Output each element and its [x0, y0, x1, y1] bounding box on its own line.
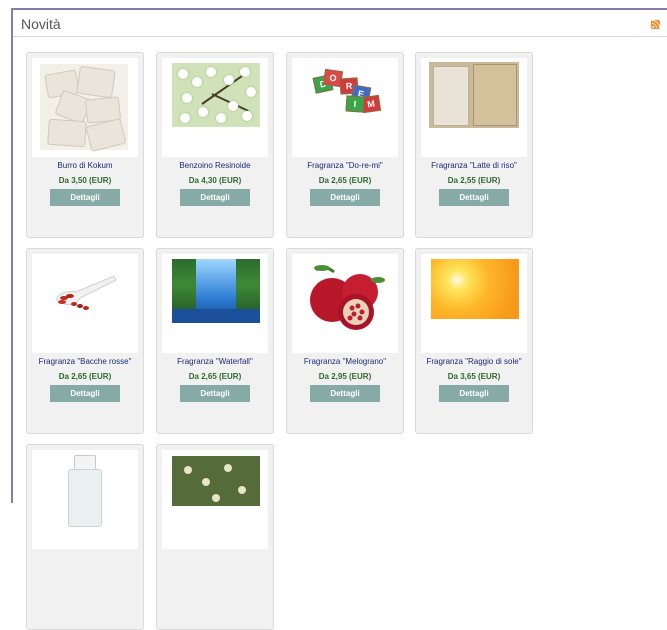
product-price: Da 4,30 (EUR) [188, 176, 242, 185]
product-name[interactable]: Fragranza "Bacche rosse" [27, 357, 143, 366]
product-price: Da 2,65 (EUR) [188, 372, 242, 381]
product-name[interactable]: Fragranza "Melograno" [287, 357, 403, 366]
product-card [156, 444, 274, 630]
section-header: Novità [13, 10, 667, 37]
product-card: Burro di Kokum Da 3,50 (EUR) Dettagli [26, 52, 144, 238]
product-card: Fragranza "Melograno" Da 2,95 (EUR) Dett… [286, 248, 404, 434]
product-name[interactable]: Fragranza "Do-re-mi" [287, 161, 403, 170]
product-name[interactable]: Fragranza "Latte di riso" [416, 161, 532, 170]
product-card: Fragranza "Waterfall" Da 2,65 (EUR) Dett… [156, 248, 274, 434]
product-image-melograno[interactable] [292, 254, 398, 353]
product-price: Da 2,65 (EUR) [58, 372, 112, 381]
product-price: Da 2,65 (EUR) [318, 176, 372, 185]
product-price: Da 3,65 (EUR) [447, 372, 501, 381]
product-card [26, 444, 144, 630]
details-button[interactable]: Dettagli [310, 189, 380, 206]
product-name[interactable]: Burro di Kokum [27, 161, 143, 170]
rss-icon[interactable] [651, 20, 660, 29]
details-button[interactable]: Dettagli [439, 189, 509, 206]
product-image-flowers[interactable] [162, 450, 268, 549]
product-card: Fragranza "Raggio di sole" Da 3,65 (EUR)… [415, 248, 533, 434]
product-image-sole[interactable] [421, 254, 527, 353]
product-name[interactable]: Benzoino Resinoide [157, 161, 273, 170]
product-price: Da 2,55 (EUR) [447, 176, 501, 185]
product-image-kokum[interactable] [32, 58, 138, 157]
product-image-benzoino[interactable] [162, 58, 268, 157]
product-image-bottle[interactable] [32, 450, 138, 549]
product-image-bacche[interactable] [32, 254, 138, 353]
product-image-latte[interactable] [421, 58, 527, 157]
details-button[interactable]: Dettagli [310, 385, 380, 402]
details-button[interactable]: Dettagli [180, 189, 250, 206]
product-card: Benzoino Resinoide Da 4,30 (EUR) Dettagl… [156, 52, 274, 238]
details-button[interactable]: Dettagli [180, 385, 250, 402]
details-button[interactable]: Dettagli [50, 189, 120, 206]
product-image-waterfall[interactable] [162, 254, 268, 353]
product-name[interactable]: Fragranza "Raggio di sole" [416, 357, 532, 366]
product-price: Da 2,95 (EUR) [318, 372, 372, 381]
product-card: D O R E M I Fragranza "Do-re-mi" Da 2,65… [286, 52, 404, 238]
panel-border-left [11, 8, 13, 503]
product-image-doremi[interactable]: D O R E M I [292, 58, 398, 157]
product-name[interactable]: Fragranza "Waterfall" [157, 357, 273, 366]
product-card: Fragranza "Latte di riso" Da 2,55 (EUR) … [415, 52, 533, 238]
product-price: Da 3,50 (EUR) [58, 176, 112, 185]
section-title: Novità [21, 16, 61, 32]
details-button[interactable]: Dettagli [439, 385, 509, 402]
details-button[interactable]: Dettagli [50, 385, 120, 402]
product-card: Fragranza "Bacche rosse" Da 2,65 (EUR) D… [26, 248, 144, 434]
